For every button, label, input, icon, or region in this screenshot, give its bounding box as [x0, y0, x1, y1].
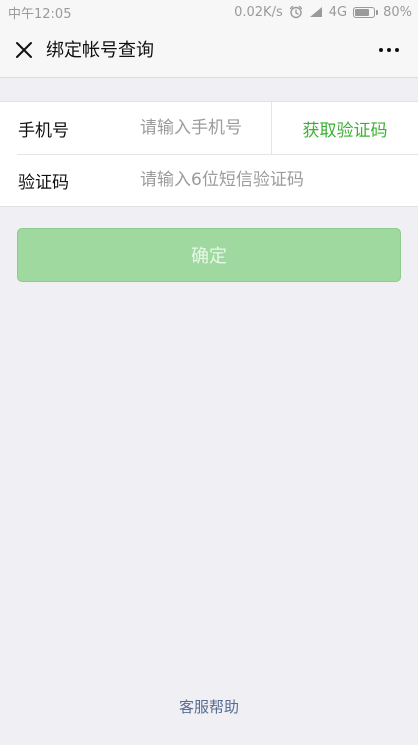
more-icon-dot	[387, 48, 391, 52]
bind-form: 手机号 获取验证码 验证码	[0, 101, 418, 207]
page-title: 绑定帐号查询	[46, 40, 154, 61]
screen: 中午12:05 0.02K/s 4G 80% 绑定帐号查询 手机号 请输入手机号…	[0, 0, 418, 745]
close-icon	[16, 42, 32, 58]
battery-icon	[353, 6, 379, 18]
network-speed: 0.02K/s	[234, 4, 283, 20]
battery-percent: 80%	[383, 4, 412, 20]
nav-bar: 绑定帐号查询	[0, 24, 418, 78]
status-bar: 中午12:05 0.02K/s 4G 80%	[0, 0, 418, 24]
get-code-button[interactable]: 获取验证码	[271, 102, 418, 154]
code-row: 验证码	[0, 154, 418, 206]
status-time: 中午12:05	[8, 6, 72, 22]
code-input[interactable]	[140, 160, 400, 200]
battery-indicator: 80%	[353, 5, 412, 20]
close-button[interactable]	[10, 36, 38, 64]
network-type: 4G	[328, 4, 348, 20]
more-icon-dot	[395, 48, 399, 52]
battery-fill	[355, 8, 370, 16]
signal-icon	[309, 6, 323, 18]
phone-row: 手机号 获取验证码	[0, 102, 418, 154]
more-button[interactable]	[374, 36, 404, 64]
status-indicators: 0.02K/s 4G 80%	[234, 5, 412, 20]
phone-input[interactable]	[140, 108, 265, 148]
code-label: 验证码	[18, 172, 69, 193]
help-link[interactable]: 客服帮助	[0, 696, 418, 717]
phone-label: 手机号	[18, 120, 69, 141]
alarm-icon	[289, 5, 303, 19]
confirm-button[interactable]: 确定	[17, 228, 401, 282]
more-icon	[379, 48, 383, 52]
